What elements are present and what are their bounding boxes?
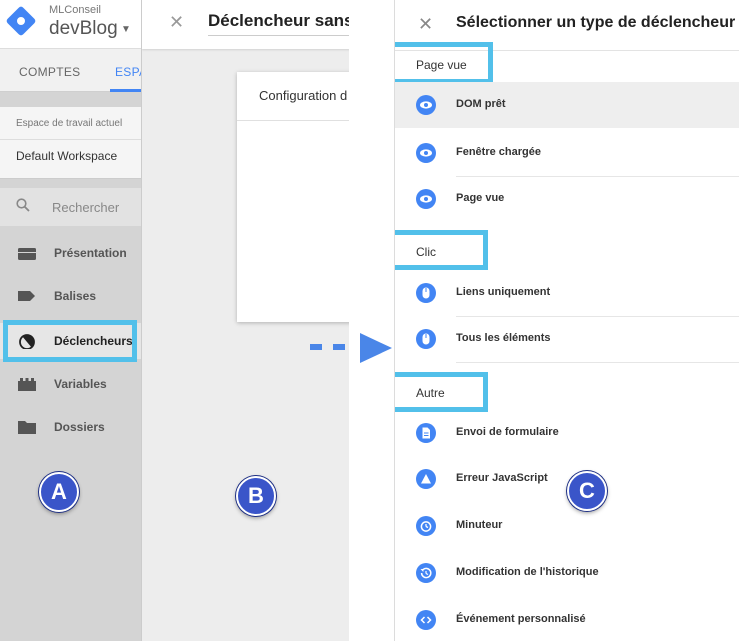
trigger-type-label: Fenêtre chargée [456, 146, 541, 158]
workspace-selector[interactable]: Espace de travail actuel Default Workspa… [0, 107, 141, 179]
trigger-type-label: Événement personnalisé [456, 613, 586, 625]
card-divider [237, 120, 349, 121]
tab-espace[interactable]: ESPA [115, 65, 141, 79]
variables-icon [18, 378, 36, 391]
container-header: MLConseil devBlog ▼ [0, 0, 141, 49]
highlight-box-autre [395, 372, 488, 412]
sidebar-pane: MLConseil devBlog ▼ COMPTES ESPA Espace … [0, 0, 141, 641]
trigger-type-selector-pane: ✕ Sélectionner un type de déclencheur Pa… [394, 0, 739, 641]
title-underline [208, 35, 349, 36]
badge-c: C [567, 471, 607, 511]
sidebar-item-label: Présentation [54, 246, 127, 260]
folder-icon [18, 421, 36, 434]
account-name: MLConseil [49, 4, 101, 16]
trigger-type-label: Liens uniquement [456, 286, 551, 298]
trigger-type-minuteur[interactable]: Minuteur [395, 503, 739, 549]
trigger-type-label: Modification de l'historique [456, 566, 599, 578]
trigger-type-label: DOM prêt [456, 98, 506, 110]
sidebar-item-balises[interactable]: Balises [0, 278, 141, 314]
tag-icon [18, 291, 35, 301]
trigger-name-title[interactable]: Déclencheur sans [208, 11, 349, 31]
search-input[interactable]: Rechercher [52, 200, 119, 215]
sidebar-item-dossiers[interactable]: Dossiers [0, 409, 141, 445]
timer-icon [416, 516, 436, 536]
trigger-type-envoi-de-formulaire[interactable]: Envoi de formulaire [395, 410, 739, 456]
sidebar-item-variables[interactable]: Variables [0, 366, 141, 402]
trigger-editor-pane: ✕ Déclencheur sans Configuration d B [141, 0, 349, 641]
search-box[interactable]: Rechercher [0, 188, 141, 226]
trigger-type-modification-historique[interactable]: Modification de l'historique [395, 550, 739, 596]
arrow-dash [333, 344, 345, 350]
selector-title: Sélectionner un type de déclencheur [456, 14, 736, 31]
highlight-box-declencheurs [3, 320, 137, 362]
highlight-box-page-vue [395, 42, 493, 84]
trigger-type-label: Envoi de formulaire [456, 426, 559, 438]
sidebar-item-label: Balises [54, 289, 97, 303]
workspace-name: Default Workspace [16, 149, 118, 163]
trigger-type-page-vue[interactable]: Page vue [395, 176, 739, 222]
history-icon [416, 563, 436, 583]
warning-icon [416, 469, 436, 489]
sidebar-item-presentation[interactable]: Présentation [0, 235, 141, 271]
active-tab-indicator [110, 89, 141, 92]
sidebar-item-label: Variables [54, 377, 107, 391]
eye-icon [416, 143, 436, 163]
gtm-logo-icon [5, 5, 37, 37]
editor-header: ✕ Déclencheur sans [142, 0, 349, 49]
sidebar-item-label: Dossiers [54, 420, 105, 434]
workspace-divider [0, 139, 141, 140]
trigger-type-fenetre-chargee[interactable]: Fenêtre chargée [395, 130, 739, 176]
trigger-type-liens-uniquement[interactable]: Liens uniquement [395, 270, 739, 316]
badge-b: B [236, 476, 276, 516]
top-tabs: COMPTES ESPA [0, 49, 141, 92]
trigger-type-evenement-personnalise[interactable]: Événement personnalisé [395, 597, 739, 641]
arrow-right-icon [360, 333, 392, 363]
workspace-label: Espace de travail actuel [16, 118, 123, 129]
mouse-icon [416, 329, 436, 349]
code-icon [416, 610, 436, 630]
card-title: Configuration d [259, 88, 348, 103]
briefcase-icon [18, 248, 36, 260]
trigger-type-dom-pret[interactable]: DOM prêt [395, 82, 739, 128]
search-icon [16, 198, 30, 212]
trigger-type-label: Minuteur [456, 519, 503, 531]
trigger-type-tous-les-elements[interactable]: Tous les éléments [395, 316, 739, 362]
trigger-configuration-card[interactable]: Configuration d [237, 72, 349, 322]
trigger-type-label: Erreur JavaScript [456, 472, 548, 484]
tab-comptes[interactable]: COMPTES [19, 65, 80, 79]
trigger-type-label: Page vue [456, 192, 505, 204]
close-icon[interactable]: ✕ [169, 12, 184, 33]
item-divider [456, 362, 739, 363]
badge-a: A [39, 472, 79, 512]
caret-down-icon[interactable]: ▼ [121, 24, 131, 35]
form-icon [416, 423, 436, 443]
mouse-icon [416, 283, 436, 303]
eye-icon [416, 189, 436, 209]
trigger-type-label: Tous les éléments [456, 332, 551, 344]
arrow-dash [310, 344, 322, 350]
close-icon[interactable]: ✕ [418, 14, 433, 35]
container-name[interactable]: devBlog [49, 18, 118, 40]
annotated-screenshot: MLConseil devBlog ▼ COMPTES ESPA Espace … [0, 0, 739, 641]
eye-icon [416, 95, 436, 115]
highlight-box-clic [395, 230, 488, 270]
